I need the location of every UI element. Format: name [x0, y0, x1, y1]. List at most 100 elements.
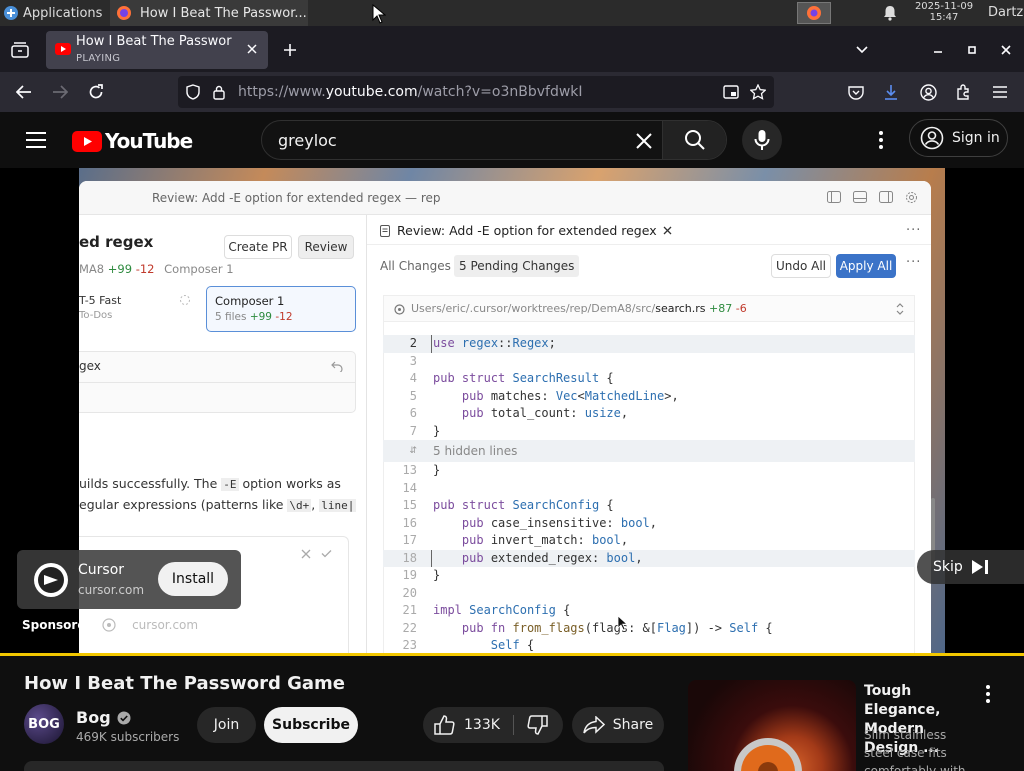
clock[interactable]: 2025-11-09 15:47: [908, 1, 980, 23]
account-icon[interactable]: [917, 81, 939, 103]
ad-sponsored-domain: cursor.com: [132, 618, 199, 632]
subscribe-button[interactable]: Subscribe: [264, 707, 358, 743]
search-box[interactable]: greyloc: [261, 120, 727, 160]
applications-icon: [4, 6, 18, 20]
video-metadata-area: How I Beat The Password Game BOG Bog 469…: [0, 653, 1024, 771]
reload-icon[interactable]: [84, 81, 108, 103]
ad-sponsored-label: Sponsored: [22, 618, 95, 632]
ad-overlay[interactable]: Cursor cursor.com Install: [17, 550, 241, 609]
channel-avatar[interactable]: BOG: [24, 704, 64, 744]
code-line: 19}: [402, 568, 441, 582]
channel-name-row[interactable]: Bog: [76, 708, 131, 727]
youtube-logo[interactable]: YouTube: [72, 129, 193, 153]
agent-message-line1-a: uilds successfully. The: [79, 476, 222, 491]
skip-ad-button[interactable]: Skip: [917, 550, 1024, 584]
bookmark-star-icon[interactable]: [749, 83, 767, 101]
url-bar[interactable]: https://www.youtube.com/watch?v=o3nBbvfd…: [178, 76, 774, 108]
thumbs-up-icon: [434, 715, 455, 735]
app-menu-hamburger-icon[interactable]: [989, 81, 1011, 103]
search-button[interactable]: [662, 121, 726, 159]
tab-close-icon[interactable]: [244, 41, 260, 57]
apply-all-button: Apply All: [836, 254, 896, 278]
tracking-protection-shield-icon[interactable]: [184, 83, 202, 101]
voice-search-button[interactable]: [742, 120, 782, 160]
description-box[interactable]: [24, 761, 664, 771]
ad-info-icon[interactable]: [102, 618, 116, 632]
notification-bell-icon[interactable]: [882, 5, 898, 21]
skip-next-icon: [971, 560, 988, 574]
window-close-icon[interactable]: [996, 40, 1016, 60]
url-domain: youtube.com: [325, 84, 418, 100]
window-minimize-icon[interactable]: [928, 40, 948, 60]
taskbar-window-title: How I Beat The Passwor...: [140, 5, 307, 21]
agent-meta-prefix: MA8: [79, 262, 105, 276]
expand-updown-chevron-icon: [896, 303, 904, 315]
list-all-tabs-chevron-down-icon[interactable]: [852, 40, 872, 60]
agent-card-composer: Composer 1 5 files +99 -12: [206, 286, 356, 332]
clear-search-close-icon[interactable]: [632, 129, 656, 153]
back-arrow-icon[interactable]: [12, 81, 36, 103]
join-button[interactable]: Join: [197, 707, 256, 743]
forward-arrow-icon[interactable]: [48, 81, 72, 103]
share-arrow-icon: [583, 716, 605, 734]
watch-product-image: [734, 738, 802, 771]
tab-overview-icon[interactable]: [8, 38, 32, 62]
ad-sponsored-row: Sponsored cursor.com: [22, 618, 198, 632]
browser-tab-active[interactable]: How I Beat The Passwor PLAYING: [46, 31, 268, 69]
agent-meta: MA8 +99 -12 Composer 1: [79, 262, 234, 276]
panel-toggle-icon: [853, 191, 867, 203]
agent-message-code-line: line|: [319, 499, 357, 512]
session-user[interactable]: Dartz: [988, 0, 1023, 26]
review-tab-close-icon: [663, 226, 672, 235]
dislike-button[interactable]: [526, 715, 548, 739]
tray-firefox-icon[interactable]: [797, 2, 831, 24]
lock-icon[interactable]: [210, 83, 228, 101]
extensions-puzzle-icon[interactable]: [953, 81, 975, 103]
agent-card-fast-sub: To-Dos: [79, 310, 113, 321]
picture-in-picture-icon[interactable]: [722, 83, 740, 101]
taskbar-window-button[interactable]: How I Beat The Passwor...: [110, 0, 308, 26]
editor-window-title: Review: Add -E option for extended regex…: [152, 191, 441, 205]
agent-item-label: gex: [79, 359, 101, 373]
like-button[interactable]: 133K: [434, 715, 500, 735]
new-tab-icon[interactable]: [280, 40, 300, 60]
agent-card-composer-meta: 5 files +99 -12: [215, 311, 293, 323]
applications-label: Applications: [23, 5, 103, 21]
browser-nav-bar: https://www.youtube.com/watch?v=o3nBbvfd…: [0, 72, 1024, 112]
code-line: 21 impl SearchConfig {: [402, 603, 571, 617]
review-button: Review: [298, 235, 354, 259]
code-line: 14: [402, 480, 417, 495]
sign-in-label: Sign in: [952, 130, 1000, 146]
share-label: Share: [612, 717, 654, 733]
undo-arrow-icon: [331, 361, 343, 372]
window-maximize-icon[interactable]: [962, 40, 982, 60]
youtube-header: YouTube greyloc Sign in: [0, 112, 1024, 168]
tab-playing-label: PLAYING: [76, 53, 121, 64]
verified-check-icon: [117, 711, 131, 724]
recommendation-more-kebab-icon[interactable]: [978, 682, 998, 706]
review-tab-bar: Review: Add -E option for extended regex…: [367, 215, 931, 245]
applications-menu[interactable]: Applications: [0, 0, 102, 26]
code-line: 13}: [402, 463, 441, 477]
ad-install-button[interactable]: Install: [158, 562, 228, 596]
downloads-icon[interactable]: [880, 81, 902, 103]
subscriber-count: 469K subscribers: [76, 730, 180, 744]
code-line: 2 use regex::Regex;: [383, 335, 915, 353]
code-line: 16 pub case_insensitive: bool,: [402, 515, 658, 530]
url-path: /watch?v=o3nBbvfdwkI: [417, 84, 583, 100]
share-button[interactable]: Share: [572, 707, 664, 743]
channel-name[interactable]: Bog: [76, 708, 111, 727]
video-title: How I Beat The Password Game: [24, 673, 345, 694]
video-player[interactable]: Review: Add -E option for extended regex…: [0, 168, 1024, 653]
youtube-favicon-icon: [55, 43, 71, 55]
sign-in-button[interactable]: Sign in: [909, 119, 1008, 157]
agent-message-code-e: -E: [221, 478, 239, 491]
pocket-icon[interactable]: [845, 81, 867, 103]
guide-menu-hamburger-icon[interactable]: [22, 128, 50, 152]
code-line: 20: [402, 585, 417, 600]
settings-kebab-icon[interactable]: [870, 128, 892, 152]
recommendation-thumbnail[interactable]: [688, 680, 856, 771]
search-input[interactable]: greyloc: [278, 131, 337, 150]
agent-item-block: gex: [79, 351, 356, 413]
agent-card-files: 5 files: [215, 311, 247, 323]
